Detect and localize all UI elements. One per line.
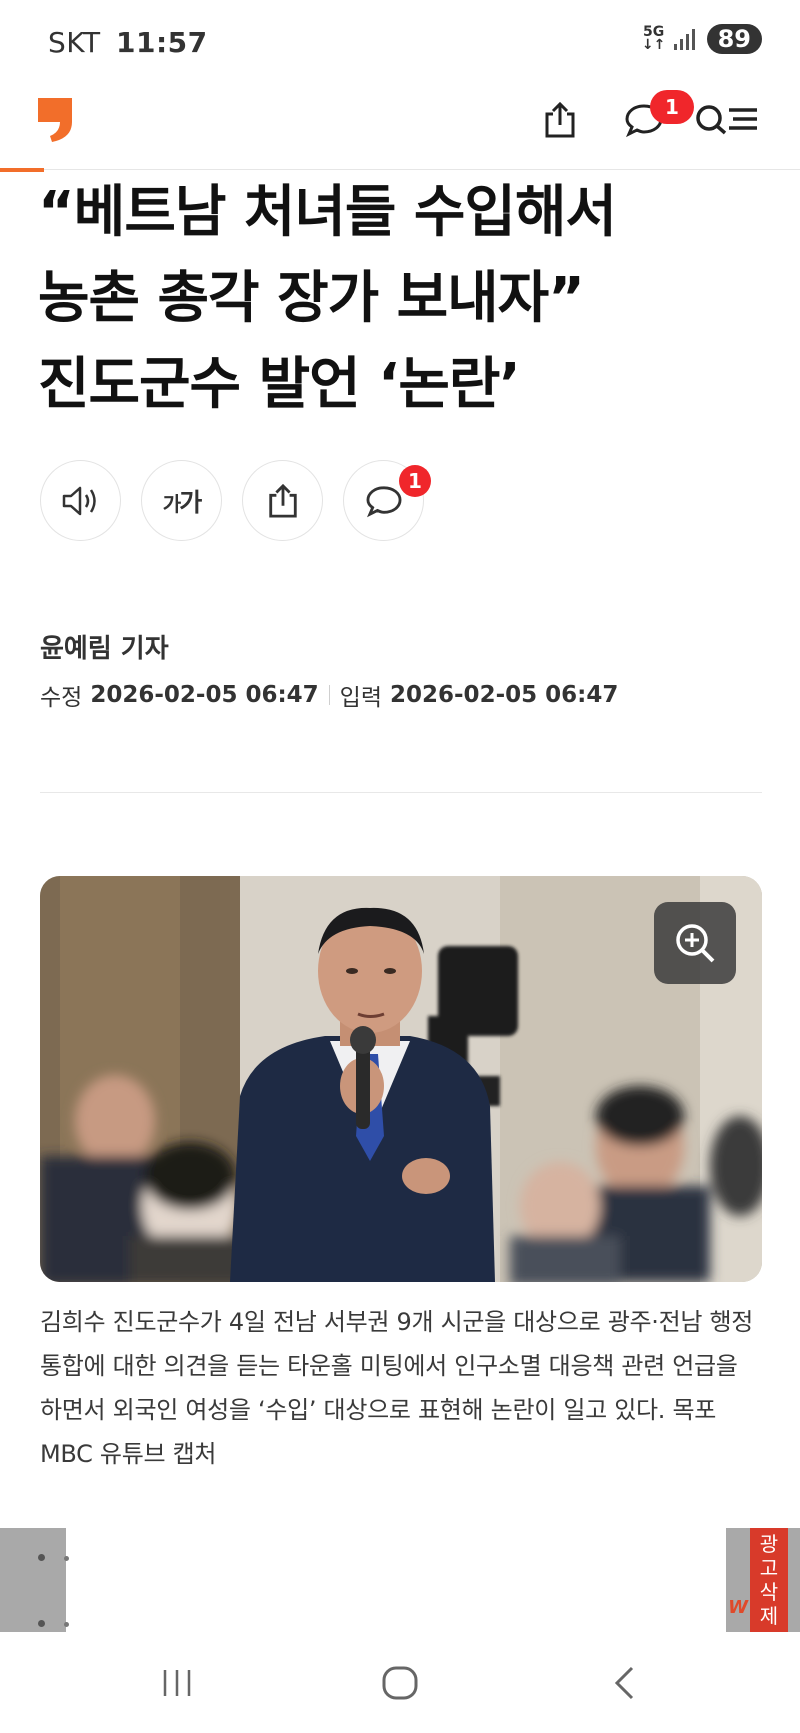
zoom-in-icon — [676, 924, 715, 963]
date-separator — [328, 685, 330, 705]
ad-brand-mark-icon: W — [728, 1597, 748, 1618]
article-tools: 가가 1 — [40, 460, 431, 541]
clock: 11:57 — [115, 26, 208, 59]
ad-bullet — [38, 1620, 45, 1627]
status-bar: SKT 11:57 5G ↓↑ 89 — [0, 0, 800, 84]
ad-bullet — [38, 1554, 45, 1561]
font-size-icon: 가가 — [162, 483, 202, 519]
status-left: SKT 11:57 — [48, 26, 208, 59]
signal-strength-icon — [673, 28, 695, 50]
system-nav-bar — [0, 1632, 800, 1733]
article-title: “베트남 처녀들 수입해서 농촌 총각 장가 보내자” 진도군수 발언 ‘논란’ — [38, 170, 758, 428]
remove-ad-char: 고 — [759, 1556, 779, 1580]
remove-ad-char: 삭 — [759, 1580, 779, 1604]
recents-icon — [163, 1669, 191, 1696]
recents-button[interactable] — [112, 1632, 242, 1733]
network-activity-label: ↓↑ — [641, 37, 666, 53]
back-icon — [614, 1666, 634, 1699]
status-icons: 5G ↓↑ 89 — [642, 24, 762, 54]
article-comments-button[interactable]: 1 — [343, 460, 431, 541]
comment-icon — [366, 485, 401, 517]
text-to-speech-button[interactable] — [40, 460, 121, 541]
ad-banner[interactable]: W 광 고 삭 제 — [0, 1528, 800, 1632]
input-date: 2026-02-05 06:47 — [390, 682, 619, 708]
app-header: 1 — [0, 84, 800, 170]
font-size-button[interactable]: 가가 — [141, 460, 222, 541]
ad-bullet — [64, 1622, 69, 1627]
ad-bullet — [64, 1556, 69, 1561]
photo-caption: 김희수 진도군수가 4일 전남 서부권 9개 시군을 대상으로 광주·전남 행정… — [40, 1308, 754, 1468]
comment-count-badge: 1 — [399, 465, 431, 497]
title-line: 진도군수 발언 ‘논란’ — [38, 352, 521, 417]
header-actions: 1 — [518, 90, 770, 148]
battery-indicator: 89 — [706, 24, 762, 54]
search-menu-button[interactable] — [686, 92, 770, 148]
carrier-label: SKT — [48, 26, 101, 59]
modified-date: 2026-02-05 06:47 — [90, 682, 319, 708]
search-menu-icon — [696, 105, 757, 135]
remove-ad-char: 제 — [759, 1604, 779, 1628]
remove-ad-button[interactable]: 광 고 삭 제 — [750, 1528, 788, 1632]
home-icon — [382, 1666, 418, 1699]
back-button[interactable] — [560, 1632, 690, 1733]
modified-label: 수정 — [40, 685, 83, 711]
share-icon — [268, 483, 297, 518]
speaker-icon — [62, 486, 96, 515]
font-size-large-glyph: 가 — [179, 487, 202, 517]
title-line: “베트남 처녀들 수입해서 — [38, 180, 617, 245]
ad-content[interactable] — [66, 1528, 726, 1632]
section-divider — [40, 792, 762, 793]
title-line: 농촌 총각 장가 보내자” — [38, 266, 585, 331]
remove-ad-char: 광 — [759, 1532, 779, 1556]
home-button[interactable] — [335, 1632, 465, 1733]
share-button[interactable] — [518, 92, 602, 148]
article-share-button[interactable] — [242, 460, 323, 541]
font-size-small-glyph: 가 — [162, 491, 181, 516]
zoom-photo-button[interactable] — [654, 902, 736, 984]
network-5g-icon: 5G ↓↑ — [641, 25, 666, 53]
app-logo-icon[interactable] — [38, 98, 72, 142]
author-name[interactable]: 윤예림 기자 — [40, 628, 169, 665]
input-label: 입력 — [339, 685, 382, 711]
article-dates: 수정 2026-02-05 06:47 입력 2026-02-05 06:47 — [40, 678, 618, 712]
share-icon — [545, 101, 575, 138]
comments-button[interactable]: 1 — [602, 90, 694, 148]
